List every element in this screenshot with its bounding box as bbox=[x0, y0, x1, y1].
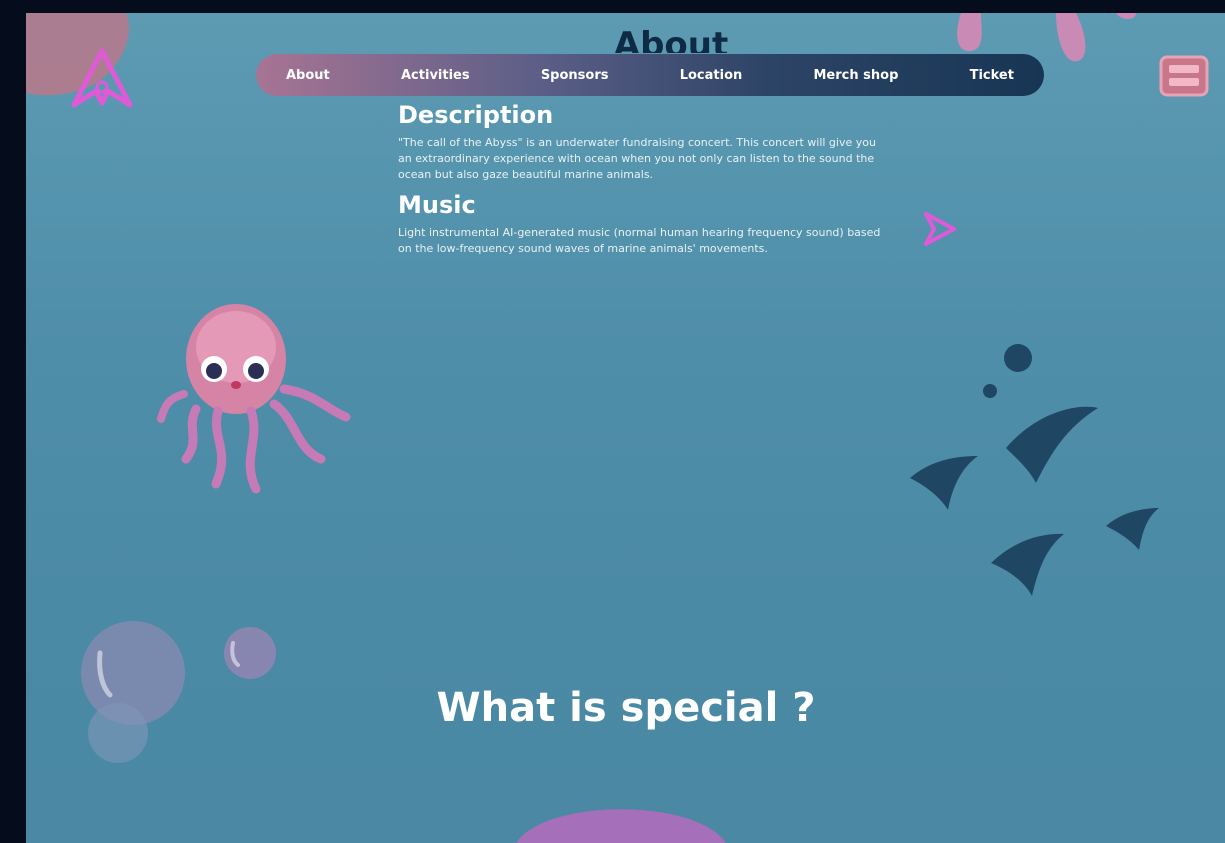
music-title: Music bbox=[398, 191, 476, 219]
nav-item-merch-shop[interactable]: Merch shop bbox=[814, 68, 899, 83]
about-content: Description "The call of the Abyss" is a… bbox=[398, 101, 888, 265]
section-title-special: What is special ? bbox=[436, 685, 816, 731]
bubbles-illustration bbox=[81, 621, 276, 763]
fish-school-illustration bbox=[910, 344, 1159, 596]
jellyfish-illustration bbox=[157, 304, 351, 494]
nav-item-sponsors[interactable]: Sponsors bbox=[541, 68, 609, 83]
page-viewport: About About Activities Sponsors Location… bbox=[26, 13, 1225, 843]
arch-decoration bbox=[516, 809, 726, 843]
description-text: "The call of the Abyss" is an underwater… bbox=[398, 136, 876, 181]
description-title: Description bbox=[398, 101, 554, 129]
nav-item-location[interactable]: Location bbox=[680, 68, 743, 83]
triangle-logo-icon[interactable] bbox=[70, 47, 134, 111]
play-icon[interactable] bbox=[920, 209, 960, 249]
page-title: About bbox=[613, 25, 729, 53]
main-navbar: About Activities Sponsors Location Merch… bbox=[256, 54, 1044, 96]
nav-item-about[interactable]: About bbox=[286, 68, 330, 83]
nav-item-ticket[interactable]: Ticket bbox=[970, 68, 1014, 83]
music-text: Light instrumental AI-generated music (n… bbox=[398, 226, 881, 255]
nav-item-activities[interactable]: Activities bbox=[401, 68, 470, 83]
ticket-icon[interactable] bbox=[1158, 53, 1210, 99]
